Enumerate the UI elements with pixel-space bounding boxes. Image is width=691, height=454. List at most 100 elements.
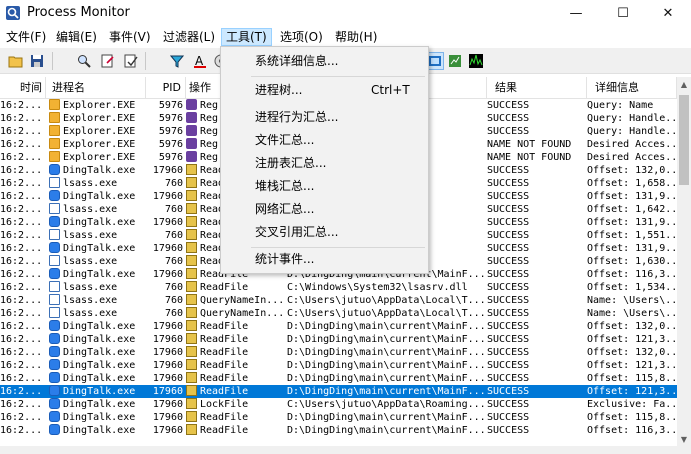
cell-detail: Query: Name bbox=[587, 100, 654, 111]
file-operation-icon bbox=[186, 372, 197, 383]
menu-item-network-summary[interactable]: 网络汇总... bbox=[223, 198, 427, 220]
scroll-up-icon[interactable]: ▲ bbox=[677, 77, 691, 91]
menu-item-file-summary[interactable]: 文件汇总... bbox=[223, 129, 427, 151]
scroll-thumb[interactable] bbox=[679, 95, 689, 185]
cell-result: SUCCESS bbox=[487, 191, 530, 202]
menu-file[interactable]: 文件(F) bbox=[2, 28, 50, 46]
table-row[interactable]: 16:2... lsass.exe 760 ReadFile C:\Windows\Sy… bbox=[0, 281, 677, 294]
process-name: DingTalk.exe bbox=[63, 269, 136, 280]
filter-icon[interactable] bbox=[168, 52, 186, 70]
table-row[interactable]: 16:2... DingTalk.exe 17960 ReadFile D:\DingD… bbox=[0, 424, 677, 437]
vertical-scrollbar[interactable]: ▲ ▼ bbox=[677, 77, 691, 446]
cell-process: DingTalk.exe bbox=[49, 333, 155, 346]
table-row[interactable]: 16:2... DingTalk.exe 17960 ReadFile D:\DingD… bbox=[0, 346, 677, 359]
cell-path: D:\DingDing\main\current\MainF... bbox=[287, 334, 484, 345]
lsass-process-icon bbox=[49, 281, 60, 292]
column-pid[interactable]: PID bbox=[146, 77, 186, 99]
menu-item-system-details[interactable]: 系统详细信息... bbox=[223, 50, 427, 72]
highlight-icon[interactable]: A bbox=[191, 52, 209, 70]
table-row[interactable]: 16:2... DingTalk.exe 17960 ReadFile D:\DingD… bbox=[0, 411, 677, 424]
file-operation-icon bbox=[186, 424, 197, 435]
table-row[interactable]: 16:2... lsass.exe 760 QueryNameIn... C:\User… bbox=[0, 294, 677, 307]
maximize-button[interactable]: ☐ bbox=[600, 0, 646, 27]
find-icon[interactable] bbox=[75, 52, 93, 70]
open-icon[interactable] bbox=[7, 52, 25, 70]
cell-process: DingTalk.exe bbox=[49, 398, 155, 411]
profiling-activity-icon[interactable] bbox=[467, 52, 485, 70]
column-process-name[interactable]: 进程名 bbox=[46, 77, 146, 99]
table-row[interactable]: 16:2... lsass.exe 760 QueryNameIn... C:\User… bbox=[0, 307, 677, 320]
process-name: lsass.exe bbox=[63, 204, 118, 215]
explorer-process-icon bbox=[49, 151, 60, 162]
file-operation-icon bbox=[186, 307, 197, 318]
dingtalk-process-icon bbox=[49, 424, 60, 435]
menu-filter[interactable]: 过滤器(L) bbox=[159, 28, 219, 46]
cell-detail: Exclusive: Fa... bbox=[587, 399, 677, 410]
menu-item-cross-reference-summary[interactable]: 交叉引用汇总... bbox=[223, 221, 427, 243]
cell-pid: 17960 bbox=[152, 165, 183, 176]
process-name: DingTalk.exe bbox=[63, 399, 136, 410]
cell-result: SUCCESS bbox=[487, 334, 530, 345]
dingtalk-process-icon bbox=[49, 359, 60, 370]
save-icon[interactable] bbox=[28, 52, 46, 70]
cell-time: 16:2... bbox=[0, 282, 43, 293]
process-name: Explorer.EXE bbox=[63, 139, 136, 150]
menu-event[interactable]: 事件(V) bbox=[105, 28, 155, 46]
shortcut-label: Ctrl+T bbox=[371, 83, 410, 97]
jump-to-icon[interactable] bbox=[99, 52, 117, 70]
properties-icon[interactable] bbox=[122, 52, 140, 70]
cell-operation: ReadFile bbox=[186, 424, 283, 437]
menu-tools[interactable]: 工具(T) bbox=[221, 28, 272, 46]
menu-item-process-tree[interactable]: 进程树... Ctrl+T bbox=[223, 79, 427, 101]
cell-time: 16:2... bbox=[0, 100, 43, 111]
file-operation-icon bbox=[186, 333, 197, 344]
menu-item-registry-summary[interactable]: 注册表汇总... bbox=[223, 152, 427, 174]
file-operation-icon bbox=[186, 242, 197, 253]
scroll-down-icon[interactable]: ▼ bbox=[677, 432, 691, 446]
process-name: DingTalk.exe bbox=[63, 373, 136, 384]
table-row[interactable]: 16:2... DingTalk.exe 17960 ReadFile D:\DingD… bbox=[0, 385, 677, 398]
menu-item-process-activity-summary[interactable]: 进程行为汇总... bbox=[223, 106, 427, 128]
cell-detail: Offset: 116,3... bbox=[587, 269, 677, 280]
menu-edit[interactable]: 编辑(E) bbox=[52, 28, 101, 46]
svg-text:A: A bbox=[195, 54, 204, 68]
cell-operation: ReadFile bbox=[186, 281, 283, 294]
cell-result: SUCCESS bbox=[487, 295, 530, 306]
table-row[interactable]: 16:2... DingTalk.exe 17960 ReadFile D:\DingD… bbox=[0, 372, 677, 385]
cell-result: SUCCESS bbox=[487, 126, 530, 137]
menu-item-count-occurrences[interactable]: 统计事件... bbox=[223, 248, 427, 270]
table-row[interactable]: 16:2... DingTalk.exe 17960 ReadFile D:\DingD… bbox=[0, 333, 677, 346]
registry-operation-icon bbox=[186, 99, 197, 110]
cell-process: DingTalk.exe bbox=[49, 320, 155, 333]
operation-name: Reg bbox=[200, 100, 219, 111]
operation-name: QueryNameIn... bbox=[200, 295, 283, 306]
table-row[interactable]: 16:2... DingTalk.exe 17960 ReadFile D:\DingD… bbox=[0, 359, 677, 372]
menu-help[interactable]: 帮助(H) bbox=[331, 28, 381, 46]
cell-time: 16:2... bbox=[0, 347, 43, 358]
registry-operation-icon bbox=[186, 112, 197, 123]
cell-detail: Offset: 1,658... bbox=[587, 178, 677, 189]
horizontal-scrollbar[interactable] bbox=[0, 446, 691, 454]
cell-time: 16:2... bbox=[0, 230, 43, 241]
column-time[interactable]: 时间 bbox=[0, 77, 46, 99]
minimize-button[interactable]: — bbox=[553, 0, 599, 27]
dingtalk-process-icon bbox=[49, 268, 60, 279]
menu-item-stack-summary[interactable]: 堆栈汇总... bbox=[223, 175, 427, 197]
close-icon: ✕ bbox=[662, 6, 674, 21]
table-row[interactable]: 16:2... DingTalk.exe 17960 LockFile C:\Users… bbox=[0, 398, 677, 411]
file-operation-icon bbox=[186, 255, 197, 266]
menu-options[interactable]: 选项(O) bbox=[276, 28, 327, 46]
cell-process: lsass.exe bbox=[49, 229, 155, 242]
lsass-process-icon bbox=[49, 255, 60, 266]
column-detail[interactable]: 详细信息 bbox=[587, 77, 677, 99]
cell-time: 16:2... bbox=[0, 113, 43, 124]
table-row[interactable]: 16:2... DingTalk.exe 17960 ReadFile D:\DingD… bbox=[0, 320, 677, 333]
file-operation-icon bbox=[186, 294, 197, 305]
operation-name: Reg bbox=[200, 113, 219, 124]
cell-time: 16:2... bbox=[0, 139, 43, 150]
close-button[interactable]: ✕ bbox=[645, 0, 691, 27]
cell-result: SUCCESS bbox=[487, 165, 530, 176]
operation-name: ReadFile bbox=[200, 360, 249, 371]
column-result[interactable]: 结果 bbox=[487, 77, 587, 99]
thread-activity-icon[interactable] bbox=[446, 52, 464, 70]
